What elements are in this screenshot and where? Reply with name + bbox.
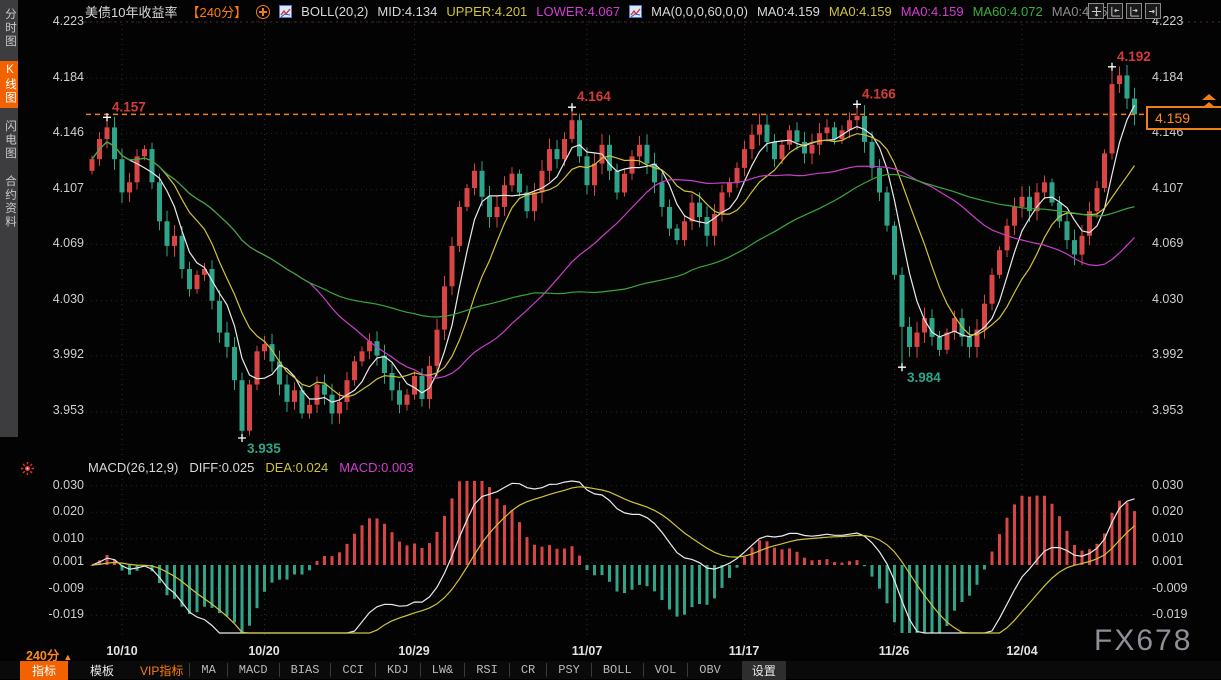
boll-lower-value: LOWER:4.067 xyxy=(536,4,620,19)
svg-text:3.935: 3.935 xyxy=(247,441,281,456)
macd-axis-label: -0.019 xyxy=(42,607,84,621)
y-axis-label: 3.992 xyxy=(42,347,84,361)
x-axis-label: 10/29 xyxy=(390,644,438,658)
boll-upper-value: UPPER:4.201 xyxy=(446,4,527,19)
ma0-yellow-value: MA0:4.159 xyxy=(829,4,892,19)
settings-button[interactable]: 设置 xyxy=(742,661,786,680)
svg-text:3.984: 3.984 xyxy=(907,370,941,385)
x-axis-label: 11/07 xyxy=(563,644,611,658)
y-axis-label: 4.069 xyxy=(1152,236,1202,250)
ma-params-label: MA(0,0,0,60,0,0) xyxy=(651,4,748,19)
macd-diff-value: DIFF:0.025 xyxy=(189,460,254,475)
indicator-ma[interactable]: MA xyxy=(189,663,226,677)
expand-x-axis-icon[interactable] xyxy=(1126,3,1142,19)
last-price-tag: 4.159 xyxy=(1146,106,1221,130)
indicator-lw[interactable]: LW& xyxy=(420,663,465,677)
x-axis-label: 12/04 xyxy=(998,644,1046,658)
tab-templates[interactable]: 模板 xyxy=(84,661,120,680)
macd-dea-value: DEA:0.024 xyxy=(265,460,328,475)
indicator-psy[interactable]: PSY xyxy=(546,663,591,677)
macd-axis-label: 0.030 xyxy=(1152,478,1202,492)
indicator-boll[interactable]: BOLL xyxy=(591,663,643,677)
y-axis-label: 4.107 xyxy=(1152,181,1202,195)
x-axis-label: 10/20 xyxy=(240,644,288,658)
period-label: 【240分】 xyxy=(186,2,247,21)
macd-axis-label: 0.001 xyxy=(42,554,84,568)
macd-axis-label: 0.030 xyxy=(42,478,84,492)
y-axis-label: 3.953 xyxy=(42,403,84,417)
y-axis-label: 4.107 xyxy=(42,181,84,195)
indicator-cr[interactable]: CR xyxy=(509,663,546,677)
chart-controls xyxy=(1088,3,1161,19)
chart-header: 美债10年收益率 【240分】 BOLL(20,2) MID:4.134 UPP… xyxy=(85,3,1115,20)
svg-text:4.192: 4.192 xyxy=(1117,49,1151,64)
macd-axis-label: 0.020 xyxy=(1152,504,1202,518)
ma60-green-value: MA60:4.072 xyxy=(973,4,1043,19)
y-axis-label: 4.146 xyxy=(42,125,84,139)
macd-axis-label: 0.010 xyxy=(1152,531,1202,545)
macd-macd-value: MACD:0.003 xyxy=(339,460,413,475)
tab-vip-indicators[interactable]: VIP指标 xyxy=(134,661,189,680)
x-axis-label: 10/10 xyxy=(98,644,146,658)
y-axis-label: 3.992 xyxy=(1152,347,1202,361)
macd-axis-label: 0.001 xyxy=(1152,554,1202,568)
indicator-macd[interactable]: MACD xyxy=(227,663,279,677)
indicator-rsi[interactable]: RSI xyxy=(464,663,509,677)
macd-axis-label: -0.009 xyxy=(1152,581,1202,595)
pan-crosshair-icon[interactable] xyxy=(1088,3,1104,19)
svg-text:4.164: 4.164 xyxy=(577,89,611,104)
svg-text:4.166: 4.166 xyxy=(862,86,896,101)
svg-text:4.157: 4.157 xyxy=(112,99,146,114)
macd-axis-label: 0.020 xyxy=(42,504,84,518)
macd-axis-label: 0.010 xyxy=(42,531,84,545)
ma0-magenta-value: MA0:4.159 xyxy=(901,4,964,19)
y-axis-label: 4.069 xyxy=(42,236,84,250)
y-axis-label: 4.030 xyxy=(1152,292,1202,306)
indicator-vol[interactable]: VOL xyxy=(643,663,688,677)
y-axis-label: 4.184 xyxy=(1152,70,1202,84)
ma0-white-value: MA0:4.159 xyxy=(757,4,820,19)
add-period-icon[interactable] xyxy=(256,5,270,19)
shift-right-icon[interactable] xyxy=(1145,3,1161,19)
y-axis-label: 4.184 xyxy=(42,70,84,84)
alert-flash-icon[interactable] xyxy=(20,461,35,481)
boll-mid-value: MID:4.134 xyxy=(377,4,437,19)
y-axis-label: 4.223 xyxy=(42,14,84,28)
y-axis-label: 4.030 xyxy=(42,292,84,306)
indicator-kdj[interactable]: KDJ xyxy=(375,663,420,677)
boll-label: BOLL(20,2) xyxy=(301,4,368,19)
watermark: FX678 xyxy=(1094,624,1192,658)
symbol-title: 美债10年收益率 xyxy=(85,2,177,21)
indicator-toolbar: 指标 模板 VIP指标 MA MACD BIAS CCI KDJ LW& RSI… xyxy=(0,661,1221,679)
indicator-cci[interactable]: CCI xyxy=(330,663,375,677)
macd-header: MACD(26,12,9) DIFF:0.025 DEA:0.024 MACD:… xyxy=(88,460,414,475)
x-axis-label: 11/17 xyxy=(720,644,768,658)
y-axis-label: 3.953 xyxy=(1152,403,1202,417)
compress-x-axis-icon[interactable] xyxy=(1107,3,1123,19)
x-axis-label: 11/26 xyxy=(870,644,918,658)
tab-indicators[interactable]: 指标 xyxy=(20,661,68,680)
macd-axis-label: -0.019 xyxy=(1152,607,1202,621)
trading-app-window: 4.1573.9354.1644.1663.9844.192 分时图 K线图 闪… xyxy=(0,0,1221,679)
boll-indicator-icon[interactable] xyxy=(279,5,292,18)
main-chart[interactable]: 4.157 3.935 4.164 4.166 3.984 4.192 xyxy=(0,0,1221,660)
macd-title: MACD(26,12,9) xyxy=(88,460,178,475)
ma-indicator-icon[interactable] xyxy=(629,5,642,18)
macd-axis-label: -0.009 xyxy=(42,581,84,595)
indicator-bias[interactable]: BIAS xyxy=(279,663,331,677)
indicator-obv[interactable]: OBV xyxy=(687,663,732,677)
